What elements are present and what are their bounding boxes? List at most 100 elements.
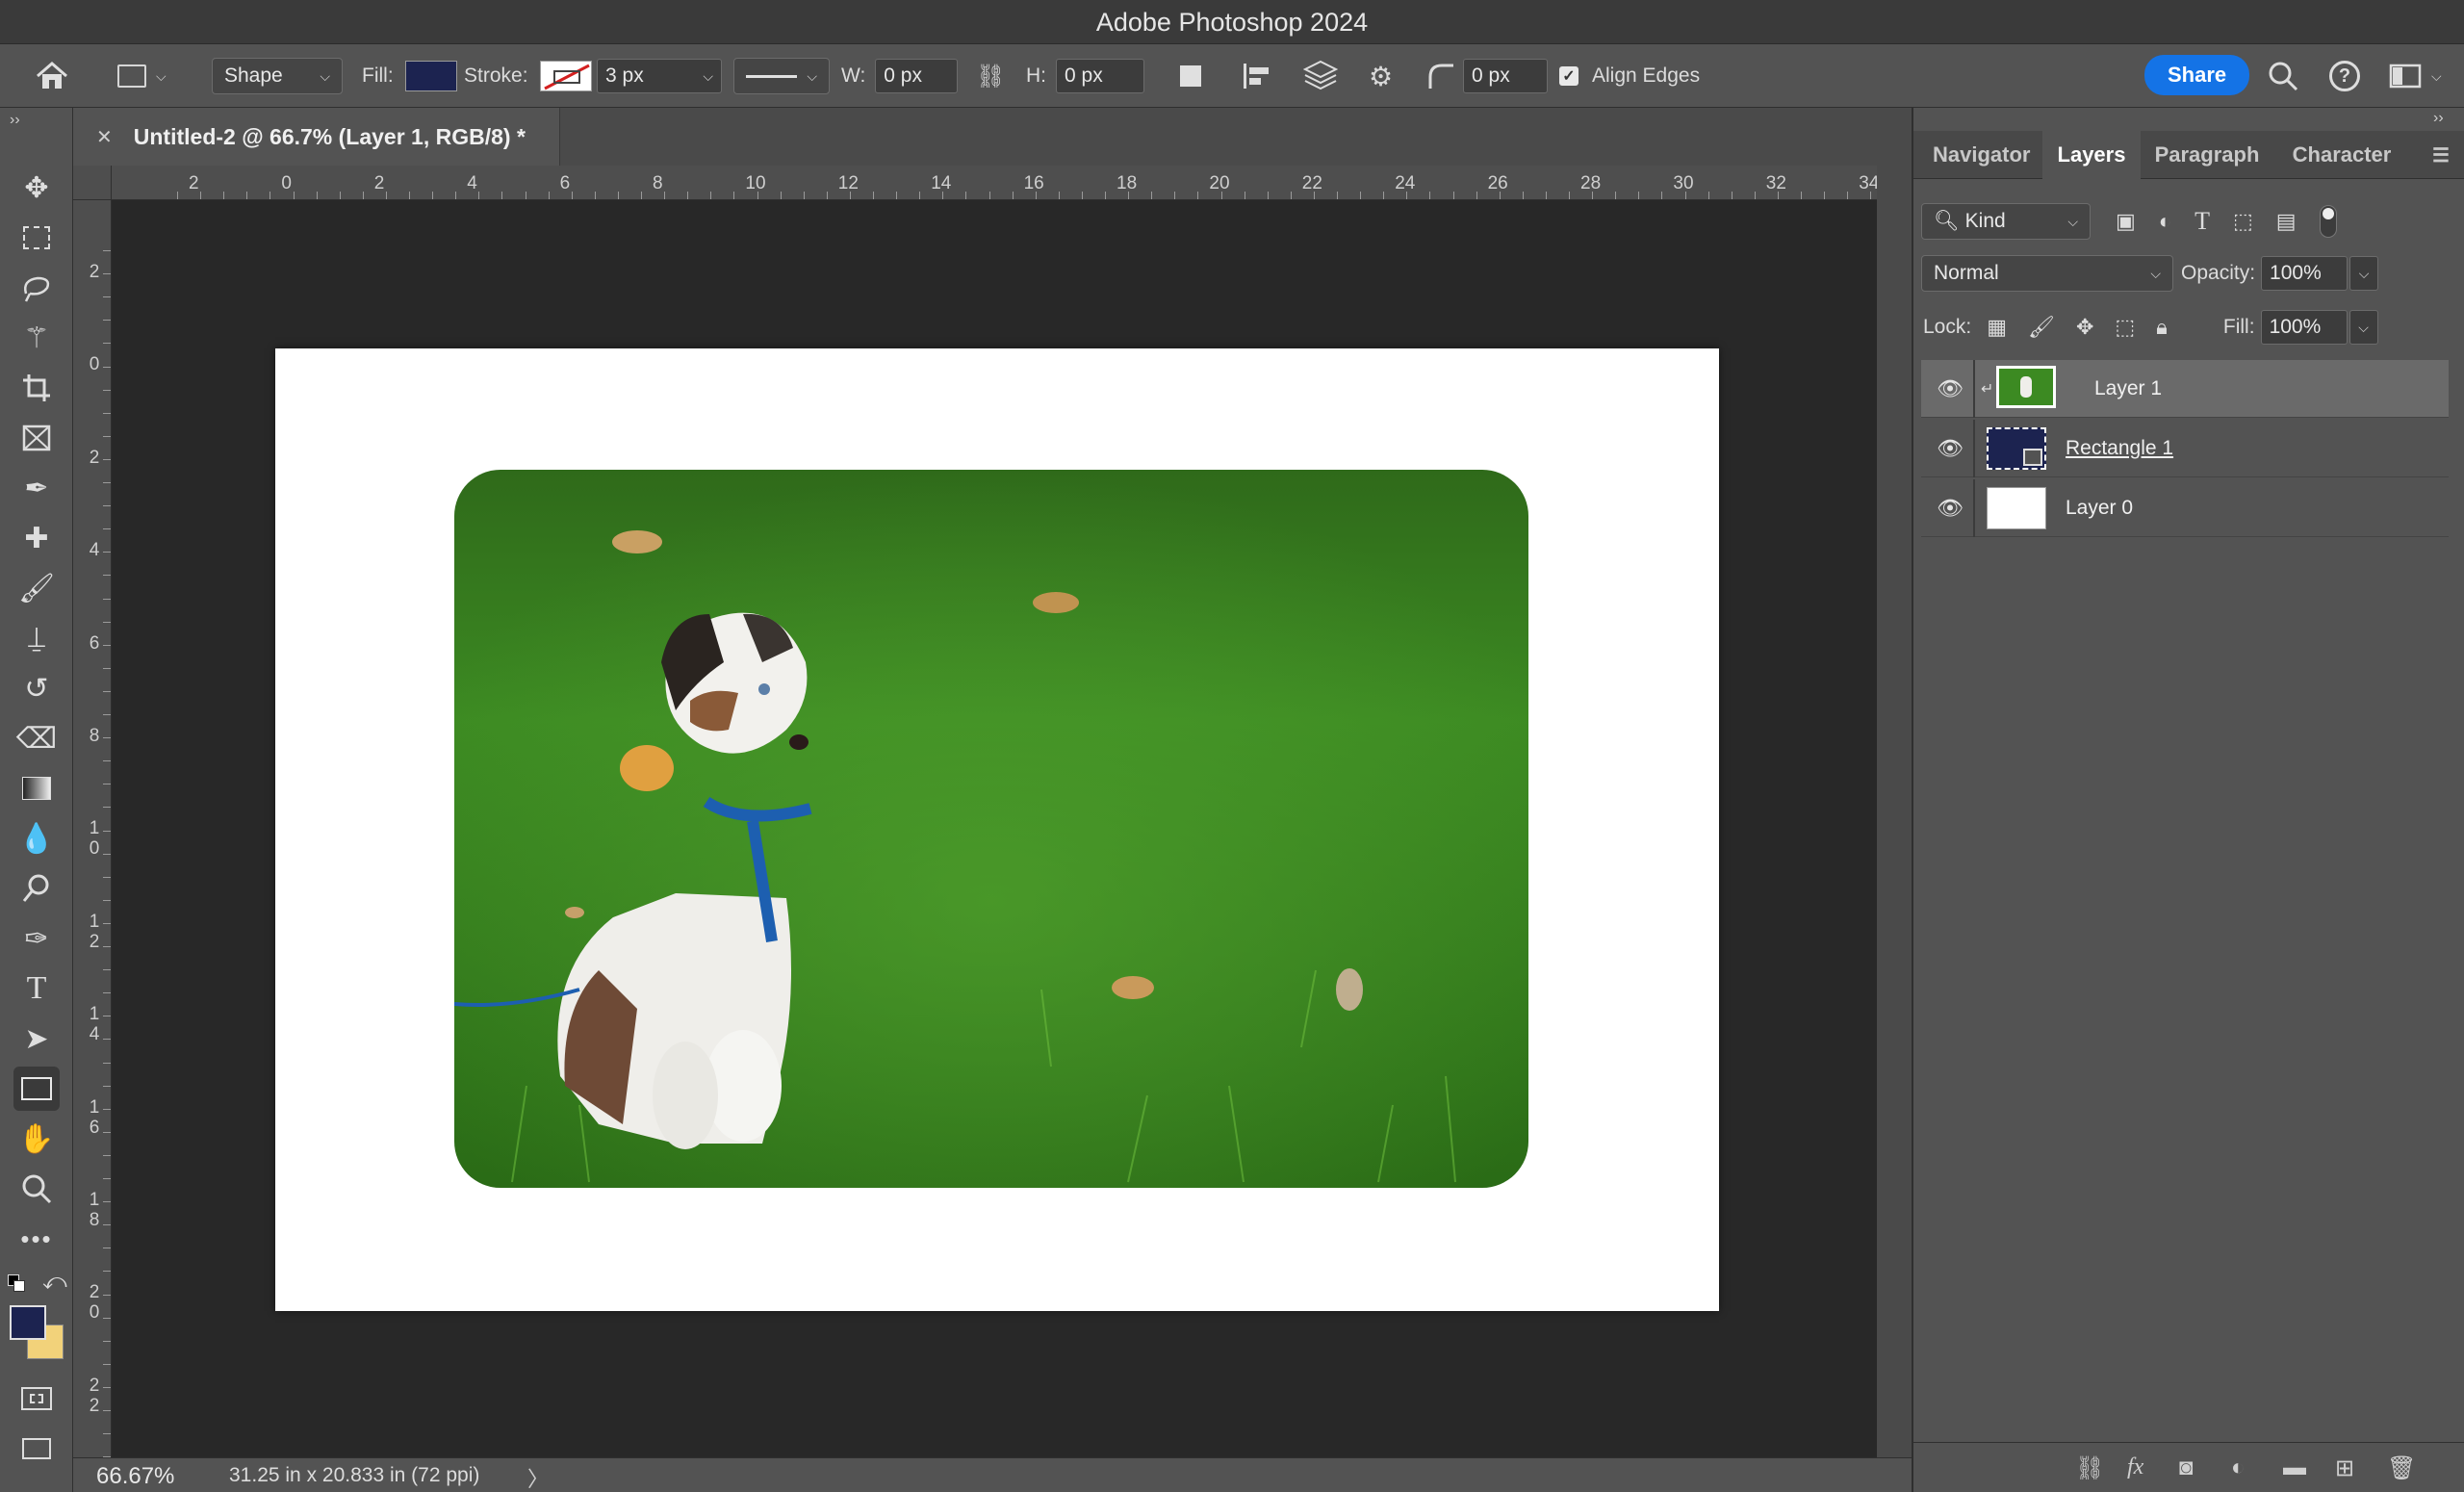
lock-position-icon[interactable]: ✥ [2076, 315, 2093, 340]
eraser-tool[interactable]: ⌫ [13, 716, 60, 760]
opacity-slider-button[interactable]: ⌵ [2349, 256, 2379, 291]
new-group-icon[interactable]: ▬ [2283, 1454, 2306, 1481]
move-icon: ✥ [24, 171, 49, 204]
shape-filter-icon[interactable]: ⬚ [2233, 209, 2253, 234]
stroke-width-field[interactable]: 3 px ⌵ [597, 59, 722, 93]
foreground-color-swatch[interactable] [10, 1305, 46, 1340]
v-ruler-label: 4 [89, 540, 100, 561]
image-filter-icon[interactable]: ▣ [2116, 209, 2136, 234]
clone-stamp-tool[interactable]: ⍊ [13, 616, 60, 660]
workspace-button[interactable]: ⌵ [2389, 57, 2442, 95]
marquee-tool[interactable] [13, 216, 60, 260]
collapse-panel-icon[interactable]: ›› [2433, 110, 2444, 127]
gradient-tool[interactable] [13, 766, 60, 810]
tab-paragraph[interactable]: Paragraph [2141, 131, 2273, 179]
crop-tool[interactable] [13, 366, 60, 410]
h-ruler-tick [1499, 192, 1501, 199]
link-dimensions-button[interactable]: ⛓ [976, 57, 1005, 95]
tab-layers[interactable]: Layers [2042, 131, 2141, 179]
lock-transparency-icon[interactable]: ▦ [1987, 315, 2007, 340]
opacity-field[interactable]: 100% [2261, 256, 2348, 291]
vertical-ruler[interactable]: 20246810121416182022 [73, 200, 112, 1457]
path-arrangement-button[interactable] [1303, 57, 1338, 95]
pen-tool[interactable]: ✑ [13, 916, 60, 961]
visibility-eye-icon[interactable]: 👁︎ [1937, 496, 1964, 521]
visibility-eye-icon[interactable]: 👁︎ [1937, 376, 1964, 401]
home-button[interactable] [35, 57, 69, 95]
close-icon[interactable]: ✕ [96, 125, 113, 149]
link-layers-icon[interactable]: ⛓ [2075, 1454, 2104, 1482]
add-mask-icon[interactable]: ◙ [2179, 1454, 2194, 1481]
quick-mask-button[interactable] [13, 1376, 60, 1421]
stroke-type-dropdown[interactable]: ⌵ [733, 58, 830, 94]
blur-tool[interactable]: 💧 [13, 816, 60, 861]
move-tool[interactable]: ✥ [13, 166, 60, 210]
path-alignment-button[interactable] [1242, 57, 1272, 95]
filter-kind-dropdown[interactable]: 🔍︎ Kind ⌵ [1921, 203, 2091, 240]
search-button[interactable] [2268, 57, 2298, 95]
adjustment-filter-icon[interactable]: ◐ [2159, 209, 2171, 234]
width-field[interactable]: 0 px [875, 59, 959, 93]
type-tool[interactable]: T [13, 966, 60, 1011]
magic-wand-tool[interactable]: ⚚ [13, 316, 60, 360]
ruler-origin[interactable] [73, 166, 112, 200]
default-colors-button[interactable] [8, 1274, 27, 1294]
layer-row-rectangle-1[interactable]: 👁︎ Rectangle 1 [1921, 420, 2449, 477]
horizontal-ruler[interactable]: 20246810121416182022242628303234 [112, 166, 1877, 200]
stroke-swatch[interactable] [539, 61, 592, 91]
trash-icon[interactable]: 🗑︎ [2387, 1454, 2416, 1482]
swap-colors-button[interactable]: ⤺ [42, 1269, 67, 1296]
vertical-scrollbar[interactable] [1877, 166, 1912, 1457]
hand-tool[interactable]: ✋ [13, 1117, 60, 1161]
blend-mode-dropdown[interactable]: Normal ⌵ [1921, 255, 2173, 292]
fill-swatch[interactable] [404, 61, 457, 91]
h-ruler-tick [1360, 192, 1362, 199]
screen-mode-button[interactable] [13, 1427, 60, 1471]
lock-artboard-icon[interactable]: ⬚ [2115, 315, 2135, 340]
tool-preset-picker[interactable]: ⌵ [117, 57, 167, 95]
expand-toolbar-icon[interactable]: ›› [10, 112, 20, 129]
path-selection-tool[interactable]: ➤ [13, 1016, 60, 1061]
lasso-tool[interactable] [13, 266, 60, 310]
corner-radius-field[interactable]: 0 px [1463, 59, 1548, 93]
height-field[interactable]: 0 px [1056, 59, 1144, 93]
settings-button[interactable]: ⚙ [1369, 57, 1393, 95]
fill-slider-button[interactable]: ⌵ [2348, 310, 2378, 345]
rectangle-tool[interactable] [13, 1067, 60, 1111]
shape-mode-dropdown[interactable]: Shape ⌵ [212, 58, 343, 94]
layer-row-layer-0[interactable]: 👁︎ Layer 0 [1921, 479, 2449, 537]
lock-image-icon[interactable]: 🖌︎ [2028, 315, 2055, 340]
panel-menu-button[interactable]: ☰ [2422, 131, 2460, 179]
zoom-level[interactable]: 66.67% [96, 1463, 174, 1490]
status-menu-button[interactable]: 〉 [527, 1462, 549, 1492]
h-ruler-tick [617, 192, 619, 199]
visibility-eye-icon[interactable]: 👁︎ [1937, 436, 1964, 461]
history-brush-tool[interactable]: ↺ [13, 666, 60, 710]
document-tab[interactable]: ✕ Untitled-2 @ 66.7% (Layer 1, RGB/8) * [73, 108, 560, 166]
layer-row-layer-1[interactable]: 👁︎ ↵ Layer 1 [1921, 360, 2449, 418]
align-edges-checkbox[interactable]: ✓ [1559, 66, 1578, 86]
path-operations-button[interactable] [1180, 57, 1201, 95]
eyedropper-tool[interactable]: ✒ [13, 466, 60, 510]
solid-line-icon [746, 74, 798, 78]
h-ruler-tick [223, 192, 225, 199]
new-layer-icon[interactable]: ⊞ [2335, 1454, 2354, 1482]
edit-toolbar-button[interactable]: ••• [13, 1217, 60, 1261]
frame-tool[interactable] [13, 416, 60, 460]
tab-character[interactable]: Character [2273, 131, 2410, 179]
lock-all-icon[interactable]: 🔒︎ [2156, 315, 2168, 340]
layer-effects-icon[interactable]: fx [2127, 1454, 2143, 1480]
h-ruler-tick [1638, 192, 1640, 199]
tab-navigator[interactable]: Navigator [1913, 131, 2042, 179]
smart-object-filter-icon[interactable]: ▤ [2276, 209, 2297, 234]
zoom-tool[interactable] [13, 1167, 60, 1211]
dodge-tool[interactable] [13, 866, 60, 911]
share-button[interactable]: Share [2144, 55, 2250, 95]
type-filter-icon[interactable]: T [2194, 207, 2210, 236]
help-button[interactable]: ? [2329, 57, 2360, 95]
brush-tool[interactable]: 🖌 [13, 566, 60, 610]
filter-toggle[interactable] [2319, 205, 2337, 238]
adjustment-layer-icon[interactable]: ◐ [2231, 1454, 2246, 1481]
healing-brush-tool[interactable]: ✚ [13, 516, 60, 560]
fill-field[interactable]: 100% [2260, 310, 2348, 345]
